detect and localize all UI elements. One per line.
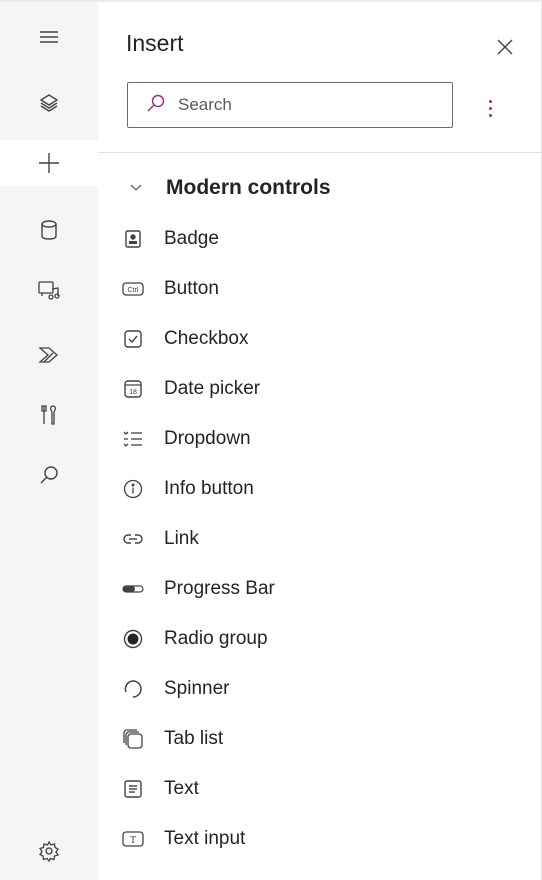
- button-ctrl-icon: Ctrl: [122, 278, 144, 300]
- database-icon[interactable]: [0, 207, 98, 253]
- item-label: Info button: [164, 478, 254, 499]
- close-icon[interactable]: [490, 32, 520, 62]
- item-label: Checkbox: [164, 328, 249, 349]
- item-label: Spinner: [164, 678, 230, 699]
- search-input[interactable]: [176, 94, 440, 116]
- list-item-text-input[interactable]: T Text input: [122, 814, 522, 864]
- search-box[interactable]: [127, 82, 453, 128]
- hamburger-menu-icon[interactable]: [0, 14, 98, 60]
- text-input-icon: T: [122, 828, 144, 850]
- badge-icon: [122, 228, 144, 250]
- svg-text:18: 18: [129, 389, 137, 396]
- list-item-date-picker[interactable]: 18 Date picker: [122, 364, 522, 414]
- layers-icon[interactable]: [0, 80, 98, 126]
- info-icon: [122, 478, 144, 500]
- item-label: Date picker: [164, 378, 261, 399]
- search-icon: [146, 93, 166, 118]
- dropdown-list-icon: [122, 428, 144, 450]
- spinner-icon: [122, 678, 144, 700]
- item-label: Button: [164, 278, 219, 299]
- plus-icon[interactable]: [0, 140, 98, 186]
- list-item-checkbox[interactable]: Checkbox: [122, 314, 522, 364]
- media-icon[interactable]: [0, 267, 98, 313]
- list-item-button[interactable]: Ctrl Button: [122, 264, 522, 314]
- list-item-text[interactable]: Text: [122, 764, 522, 814]
- radio-icon: [122, 628, 144, 650]
- power-automate-icon[interactable]: [0, 332, 98, 378]
- list-item-badge[interactable]: Badge: [122, 214, 522, 264]
- svg-text:T: T: [130, 835, 136, 846]
- item-label: Text input: [164, 828, 246, 849]
- item-label: Tab list: [164, 728, 224, 749]
- item-label: Radio group: [164, 628, 268, 649]
- tools-icon[interactable]: [0, 392, 98, 438]
- item-label: Dropdown: [164, 428, 251, 449]
- section-label: Modern controls: [166, 176, 331, 199]
- section-header-modern-controls[interactable]: Modern controls: [128, 172, 331, 204]
- item-label: Badge: [164, 228, 219, 249]
- divider: [98, 152, 542, 153]
- list-item-radio-group[interactable]: Radio group: [122, 614, 522, 664]
- panel-title: Insert: [126, 30, 184, 56]
- list-item-spinner[interactable]: Spinner: [122, 664, 522, 714]
- text-icon: [122, 778, 144, 800]
- tab-list-icon: [122, 728, 144, 750]
- list-item-link[interactable]: Link: [122, 514, 522, 564]
- insert-panel: Insert Modern controls Badge Ctrl Button: [98, 2, 542, 880]
- chevron-down-icon: [128, 180, 144, 196]
- list-item-tab-list[interactable]: Tab list: [122, 714, 522, 764]
- more-options-icon[interactable]: [480, 92, 500, 124]
- search-icon[interactable]: [0, 452, 98, 498]
- item-label: Text: [164, 778, 199, 799]
- calendar-icon: 18: [122, 378, 144, 400]
- checkbox-icon: [122, 328, 144, 350]
- control-list: Badge Ctrl Button Checkbox 18 Date picke…: [122, 214, 522, 864]
- list-item-progress-bar[interactable]: Progress Bar: [122, 564, 522, 614]
- svg-text:Ctrl: Ctrl: [128, 287, 139, 294]
- list-item-info-button[interactable]: Info button: [122, 464, 522, 514]
- left-rail: [0, 2, 98, 880]
- progress-bar-icon: [122, 578, 144, 600]
- item-label: Link: [164, 528, 199, 549]
- settings-icon[interactable]: [0, 828, 98, 874]
- item-label: Progress Bar: [164, 578, 275, 599]
- list-item-dropdown[interactable]: Dropdown: [122, 414, 522, 464]
- link-icon: [122, 528, 144, 550]
